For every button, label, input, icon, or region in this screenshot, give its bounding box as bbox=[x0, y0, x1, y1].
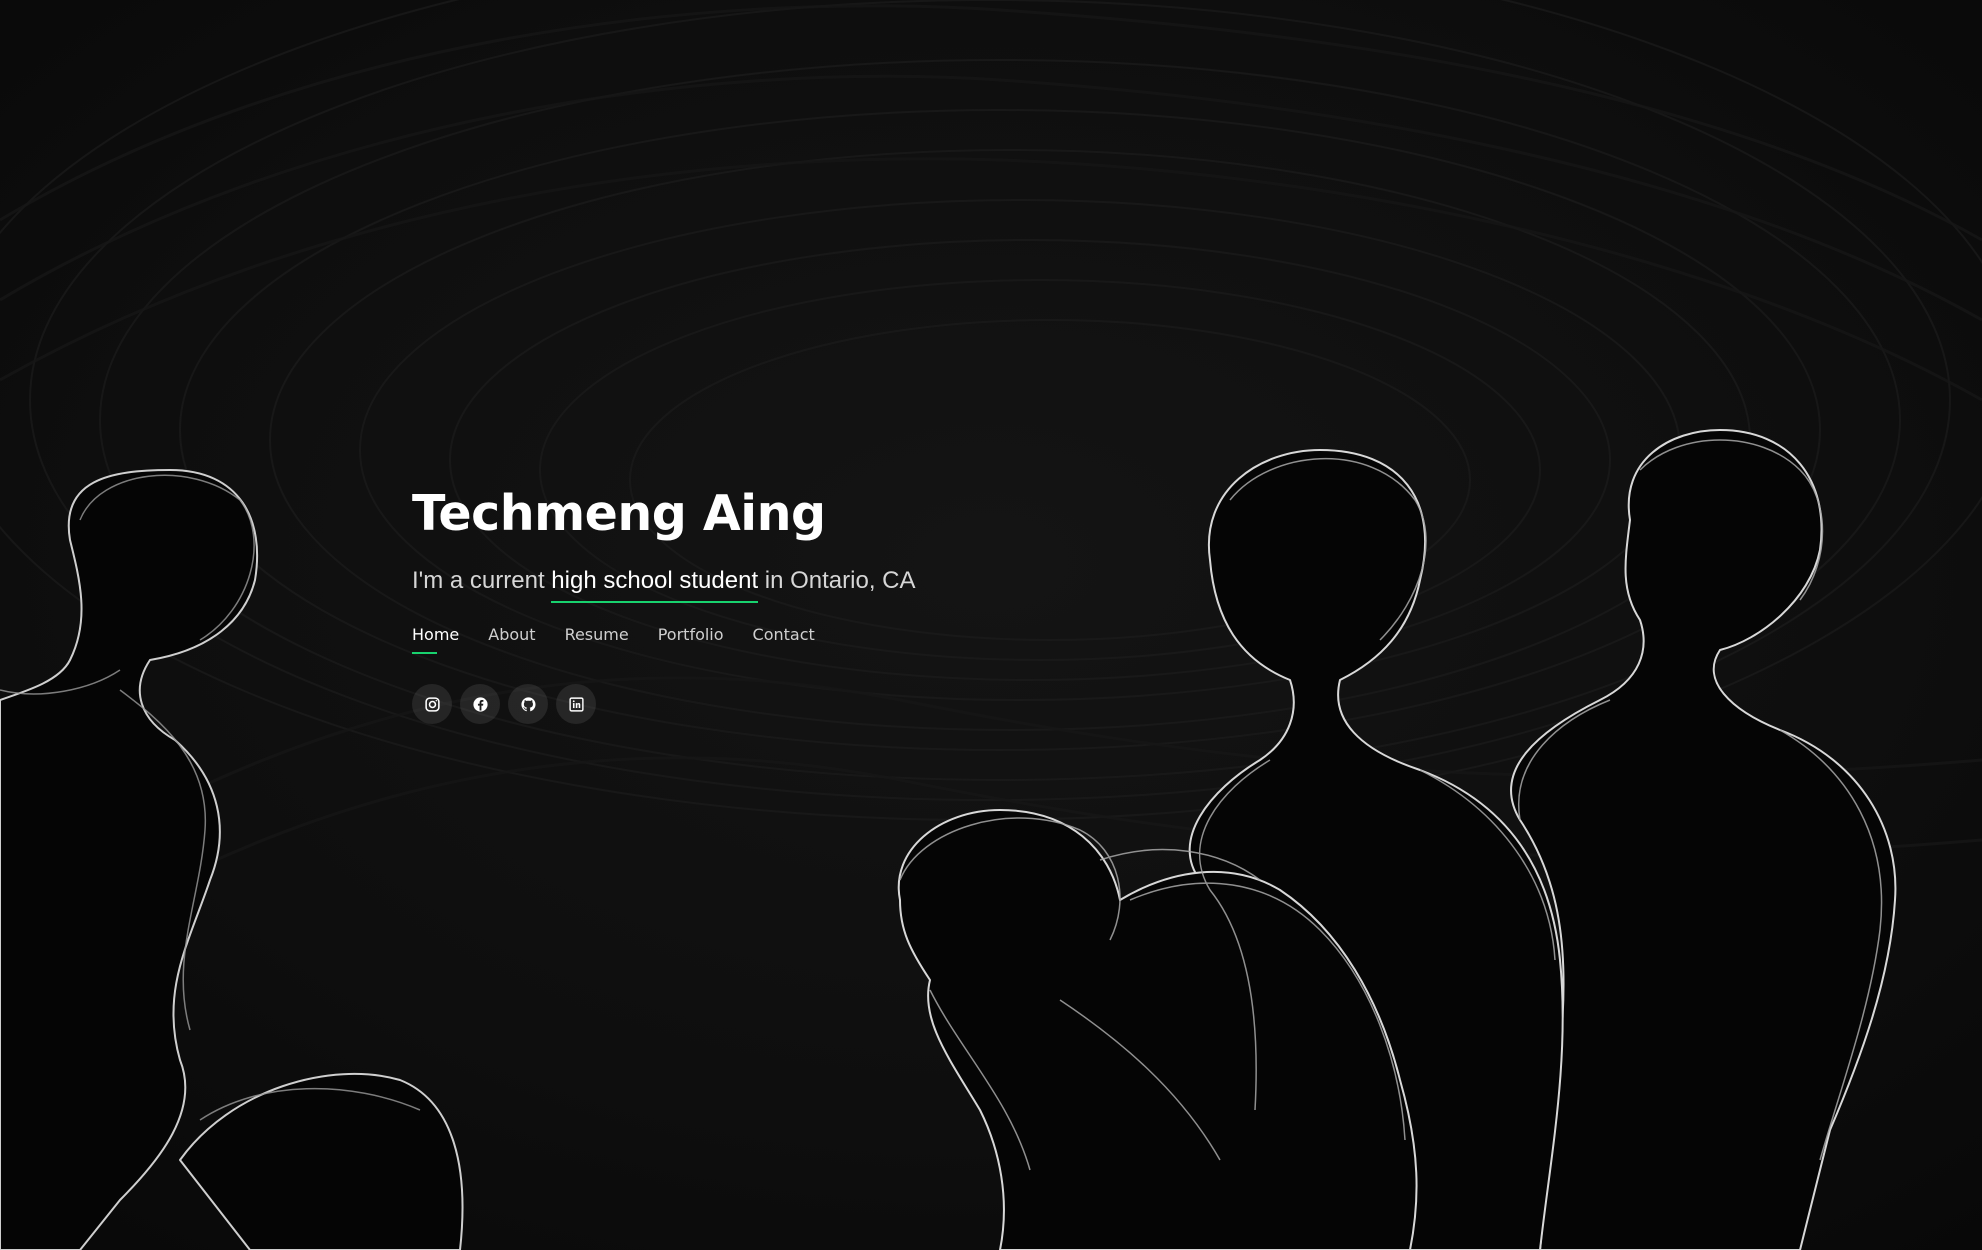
nav-item-about[interactable]: About bbox=[488, 624, 535, 654]
hero-subtitle: I'm a current high school student in Ont… bbox=[412, 565, 916, 603]
hero-name: Techmeng Aing bbox=[412, 485, 826, 542]
subtitle-highlight: high school student bbox=[551, 565, 758, 603]
main-nav: Home About Resume Portfolio Contact bbox=[412, 624, 916, 654]
subtitle-suffix: in Ontario, CA bbox=[758, 567, 916, 594]
hero-section: Techmeng Aing I'm a current high school … bbox=[412, 482, 916, 724]
facebook-icon bbox=[472, 696, 489, 713]
github-link[interactable] bbox=[508, 684, 548, 724]
background-artwork bbox=[0, 0, 1982, 1250]
instagram-icon bbox=[424, 696, 441, 713]
nav-item-resume[interactable]: Resume bbox=[565, 624, 629, 654]
github-icon bbox=[520, 696, 537, 713]
linkedin-link[interactable] bbox=[556, 684, 596, 724]
facebook-link[interactable] bbox=[460, 684, 500, 724]
instagram-link[interactable] bbox=[412, 684, 452, 724]
subtitle-prefix: I'm a current bbox=[412, 567, 552, 594]
linkedin-icon bbox=[568, 696, 585, 713]
nav-item-home[interactable]: Home bbox=[412, 624, 459, 654]
social-links bbox=[412, 684, 916, 724]
nav-item-contact[interactable]: Contact bbox=[753, 624, 815, 654]
nav-item-portfolio[interactable]: Portfolio bbox=[658, 624, 724, 654]
